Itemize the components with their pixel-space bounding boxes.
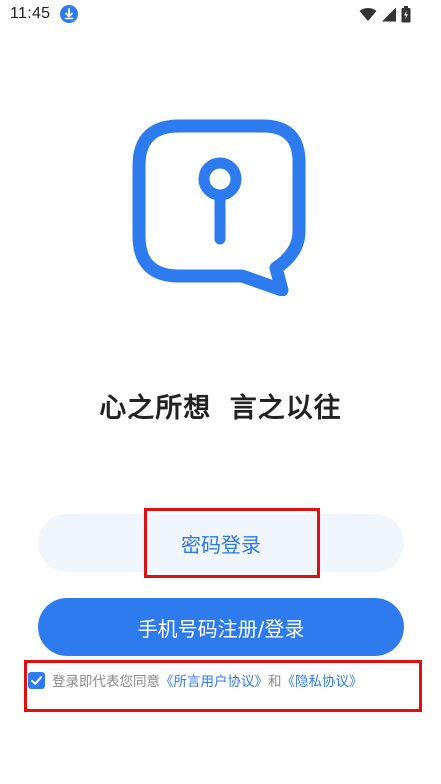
status-bar: 11:45 <box>0 0 441 30</box>
password-login-button[interactable]: 密码登录 <box>38 514 404 572</box>
agreement-prefix: 登录即代表您同意 <box>52 674 160 690</box>
battery-charging-icon <box>401 5 411 22</box>
phone-login-label: 手机号码注册/登录 <box>137 616 305 641</box>
phone-login-button[interactable]: 手机号码注册/登录 <box>38 598 404 656</box>
password-login-label: 密码登录 <box>181 532 261 557</box>
user-agreement-link[interactable]: 《所言用户协议》 <box>160 670 268 690</box>
privacy-agreement-link[interactable]: 《隐私协议》 <box>282 670 363 690</box>
download-icon <box>60 5 78 23</box>
agreement-row: 登录即代表您同意 《所言用户协议》 和 《隐私协议》 <box>28 670 363 690</box>
agreement-conjunction: 和 <box>268 674 282 690</box>
signal-icon <box>382 7 396 21</box>
wifi-icon <box>359 7 377 21</box>
agreement-checkbox[interactable] <box>28 671 45 689</box>
check-icon <box>31 675 42 685</box>
keyhole-chat-bubble-logo <box>132 119 306 296</box>
status-icons <box>359 5 411 23</box>
slogan-text: 心之所想 言之以往 <box>99 393 342 424</box>
status-time: 11:45 <box>10 5 51 22</box>
